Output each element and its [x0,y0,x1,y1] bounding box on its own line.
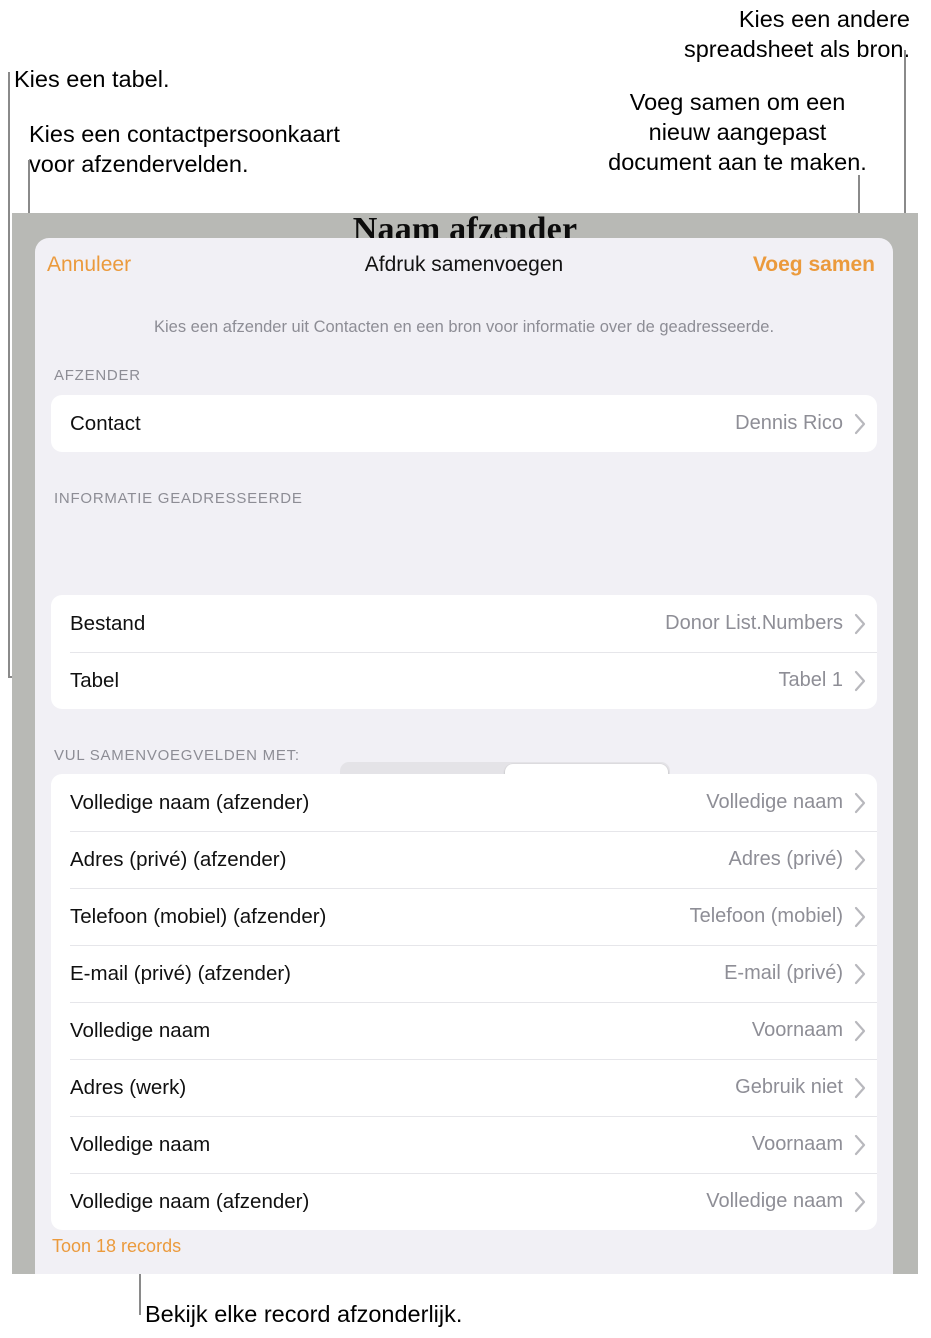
screenshot-stage: Kies een tabel. Kies een contactpersoonk… [0,0,931,1338]
merge-fields-card: Volledige naam (afzender) Volledige naam… [51,774,877,1230]
list-item[interactable]: Telefoon (mobiel) (afzender) Telefoon (m… [51,888,877,945]
callout-choose-other-spreadsheet: Kies een andere spreadsheet als bron. [683,6,910,62]
merge-field-value: Voornaam [751,1019,843,1041]
row-bestand-label: Bestand [70,611,146,635]
chevron-right-icon [843,1191,877,1213]
row-contact-value: Dennis Rico [735,412,843,434]
merge-field-label: E-mail (privé) (afzender) [70,961,291,985]
dialog-header: Annuleer Afdruk samenvoegen Voeg samen [35,238,893,296]
chevron-right-icon [843,906,877,928]
list-item[interactable]: Volledige naam Voornaam [51,1116,877,1173]
merge-field-value: E-mail (privé) [724,962,843,984]
leader-line-choose-table [8,72,10,678]
callout-view-each-record: Bekijk elke record afzonderlijk. [145,1301,463,1327]
merge-field-value: Volledige naam [706,791,843,813]
dialog-subtitle: Kies een afzender uit Contacten en een b… [153,318,775,336]
chevron-right-icon [843,849,877,871]
merge-field-value: Telefoon (mobiel) [689,905,843,927]
row-tabel[interactable]: Tabel Tabel 1 [51,652,877,709]
section-label-sender: AFZENDER [54,367,141,384]
merge-field-label: Adres (werk) [70,1075,187,1099]
list-item[interactable]: Volledige naam (afzender) Volledige naam [51,774,877,831]
list-item[interactable]: Volledige naam Voornaam [51,1002,877,1059]
merge-field-value: Adres (privé) [728,848,843,870]
chevron-right-icon [843,413,877,435]
merge-field-label: Volledige naam (afzender) [70,1189,310,1213]
chevron-right-icon [843,670,877,692]
source-card: Bestand Donor List.Numbers Tabel Tabel 1 [51,595,877,709]
row-tabel-label: Tabel [70,668,120,692]
merge-field-value: Voornaam [751,1133,843,1155]
merge-field-label: Volledige naam [70,1018,211,1042]
list-item[interactable]: Adres (werk) Gebruik niet [51,1059,877,1116]
chevron-right-icon [843,613,877,635]
row-contact-label: Contact [70,411,141,435]
merge-field-value: Gebruik niet [735,1076,843,1098]
mail-merge-dialog: Annuleer Afdruk samenvoegen Voeg samen K… [35,238,893,1274]
row-contact[interactable]: Contact Dennis Rico [51,395,877,452]
merge-field-label: Volledige naam [70,1132,211,1156]
chevron-right-icon [843,963,877,985]
chevron-right-icon [843,792,877,814]
show-records-button[interactable]: Toon 18 records [52,1236,181,1257]
section-label-recipient-info: INFORMATIE GEADRESSEERDE [54,490,303,507]
callout-merge-to-create: Voeg samen om een nieuw aangepast docume… [608,89,867,175]
list-item[interactable]: Volledige naam (afzender) Volledige naam [51,1173,877,1230]
list-item[interactable]: Adres (privé) (afzender) Adres (privé) [51,831,877,888]
callout-choose-table: Kies een tabel. [14,66,170,92]
merge-field-label: Volledige naam (afzender) [70,790,310,814]
row-bestand[interactable]: Bestand Donor List.Numbers [51,595,877,652]
chevron-right-icon [843,1020,877,1042]
merge-field-label: Adres (privé) (afzender) [70,847,287,871]
merge-button[interactable]: Voeg samen [753,253,875,277]
section-label-merge-fields: VUL SAMENVOEGVELDEN MET: [54,747,300,764]
row-tabel-value: Tabel 1 [778,669,844,691]
chevron-right-icon [843,1134,877,1156]
row-bestand-value: Donor List.Numbers [665,612,843,634]
list-item[interactable]: E-mail (privé) (afzender) E-mail (privé) [51,945,877,1002]
merge-field-label: Telefoon (mobiel) (afzender) [70,904,327,928]
chevron-right-icon [843,1077,877,1099]
merge-field-value: Volledige naam [706,1190,843,1212]
sender-card: Contact Dennis Rico [51,395,877,452]
callout-choose-contact-card: Kies een contactpersoonkaart voor afzend… [29,121,340,177]
